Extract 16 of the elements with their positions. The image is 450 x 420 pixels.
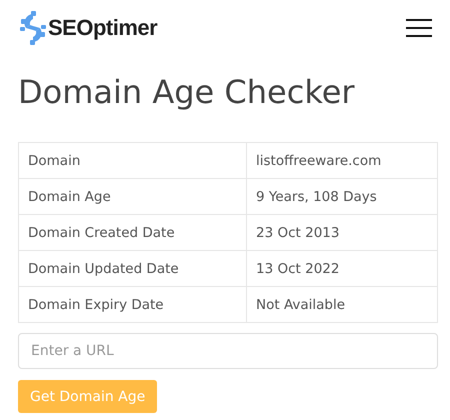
logo-icon [20, 10, 46, 46]
value-cell: 9 Years, 108 Days [246, 178, 438, 214]
label-cell: Domain Age [18, 178, 246, 214]
get-domain-age-button[interactable]: Get Domain Age [18, 380, 158, 413]
label-cell: Domain [18, 142, 246, 178]
value-cell: Not Available [246, 286, 438, 322]
label-cell: Domain Created Date [18, 214, 246, 250]
value-cell: 23 Oct 2013 [246, 214, 438, 250]
menu-icon[interactable] [406, 19, 432, 37]
value-cell: 13 Oct 2022 [246, 250, 438, 286]
page-title: Domain Age Checker [18, 72, 356, 113]
brand-name: SEOptimer [48, 15, 158, 41]
label-cell: Domain Updated Date [18, 250, 246, 286]
value-cell: listoffreeware.com [246, 142, 438, 178]
url-field[interactable]: Enter a URL [18, 333, 438, 369]
label-cell: Domain Expiry Date [18, 286, 246, 322]
